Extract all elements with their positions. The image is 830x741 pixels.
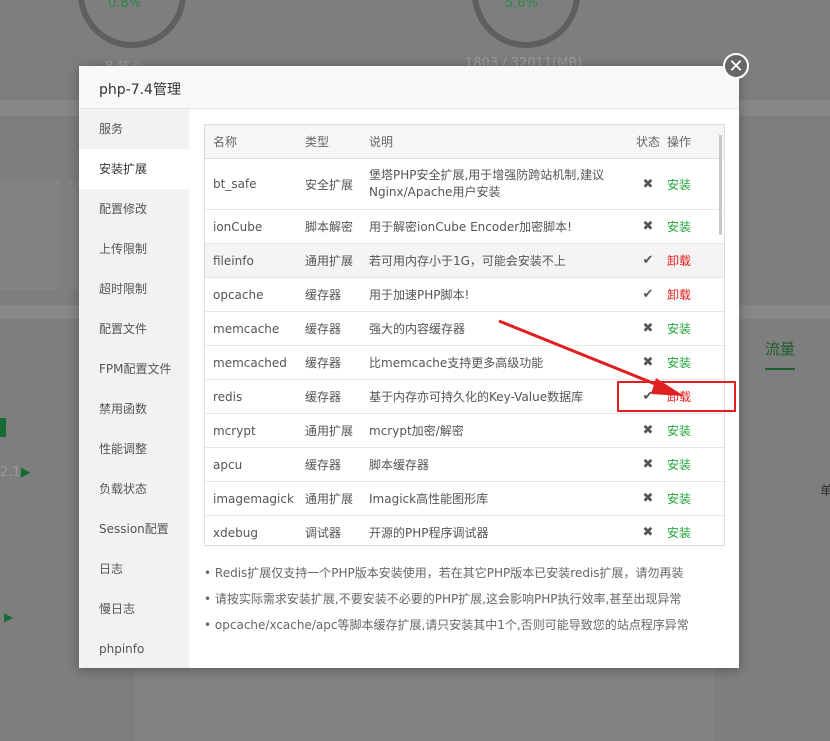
annotation-arrow <box>498 319 684 396</box>
close-icon[interactable]: ✕ <box>723 53 749 79</box>
